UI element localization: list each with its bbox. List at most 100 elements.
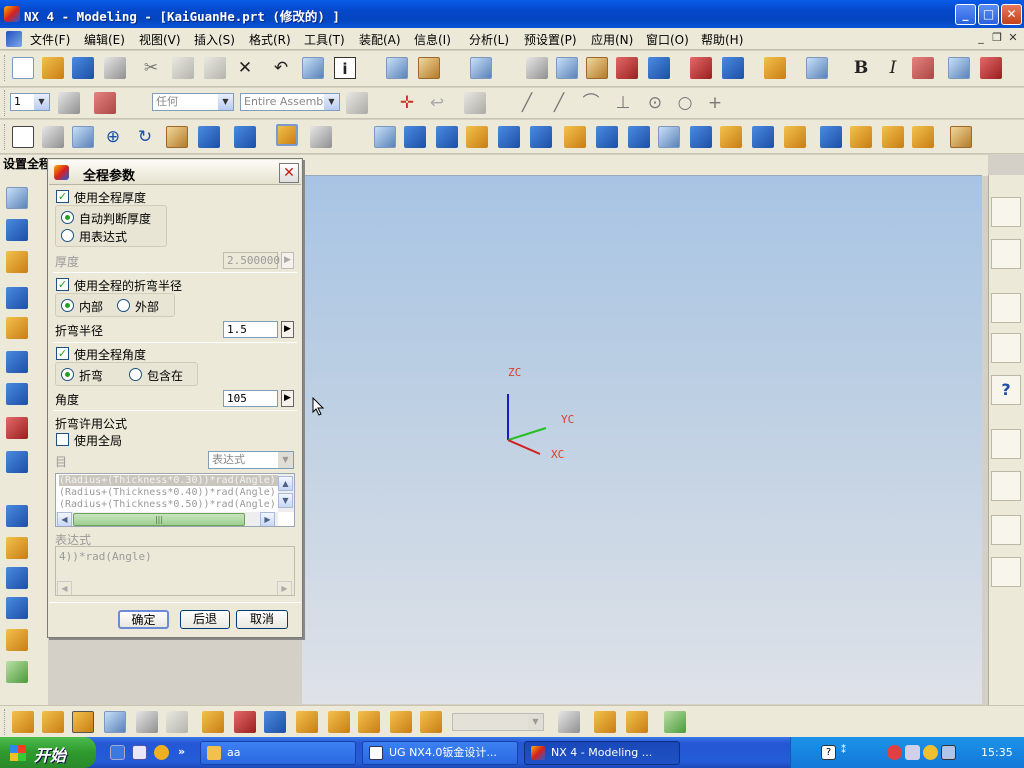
open-folder-icon[interactable]	[42, 57, 64, 79]
delete-icon[interactable]: ✕	[234, 57, 256, 79]
menu-insert[interactable]: 插入(S)	[194, 31, 235, 48]
component-icon-b[interactable]	[42, 711, 64, 733]
grid-icon-b[interactable]	[616, 57, 638, 79]
book-icon[interactable]	[6, 597, 28, 619]
menu-info[interactable]: 信息(I)	[414, 31, 451, 48]
quick-launch-more-icon[interactable]: »	[178, 745, 185, 758]
graphics-viewport[interactable]: ZC YC XC	[302, 176, 982, 704]
mdi-restore-icon[interactable]: ❐	[990, 31, 1004, 45]
scroll-right-icon[interactable]: ▶	[277, 581, 292, 595]
quick-launch-icon[interactable]	[110, 745, 125, 760]
bend-radius-menu-button[interactable]: ▶	[281, 321, 294, 338]
flat-pattern-icon[interactable]	[850, 126, 872, 148]
dialog-close-button[interactable]: ✕	[279, 163, 299, 183]
assembly-select[interactable]: ▼	[452, 713, 544, 731]
bend-radius-input[interactable]: 1.5	[223, 321, 278, 338]
menu-view[interactable]: 视图(V)	[139, 31, 181, 48]
arrays-icon[interactable]	[136, 711, 158, 733]
paste-icon[interactable]	[204, 57, 226, 79]
formula-list-item[interactable]: (Radius+(Thickness*0.30))*rad(Angle)	[59, 475, 279, 486]
plate-icon[interactable]	[6, 317, 28, 339]
include-angle-radio[interactable]	[129, 368, 142, 381]
taskbar-item-nx[interactable]: NX 4 - Modeling ...	[524, 741, 680, 765]
roles-icon[interactable]	[991, 515, 1021, 545]
flat-solid-icon[interactable]	[882, 126, 904, 148]
type-filter-select[interactable]: 任何 ▼	[152, 93, 234, 111]
reference-set-icon[interactable]	[104, 711, 126, 733]
angle-menu-button[interactable]: ▶	[281, 390, 294, 407]
use-global-angle-checkbox[interactable]: ✓	[56, 347, 69, 360]
assembly-filter-select[interactable]: Entire Assemb ▼	[240, 93, 340, 111]
training-icon[interactable]	[991, 333, 1021, 363]
export-flat-icon[interactable]	[912, 126, 934, 148]
web-browser-icon[interactable]	[991, 293, 1021, 323]
surface-icon[interactable]	[6, 505, 28, 527]
network-icon[interactable]	[905, 745, 920, 760]
orient-view-icon[interactable]	[310, 126, 332, 148]
window-titlebar[interactable]: NX 4 - Modeling - [KaiGuanHe.prt (修改的) ]…	[0, 0, 1024, 28]
bead-icon[interactable]	[690, 126, 712, 148]
cube-icon[interactable]	[6, 351, 28, 373]
navigator-icon[interactable]	[6, 187, 28, 209]
tab-icon[interactable]	[374, 126, 396, 148]
clearance-icon[interactable]	[390, 711, 412, 733]
new-file-icon[interactable]	[12, 57, 34, 79]
selection-icon[interactable]	[94, 92, 116, 114]
copy-display-icon[interactable]	[302, 57, 324, 79]
link-icon[interactable]	[626, 711, 648, 733]
line-icon[interactable]: ╱	[516, 92, 538, 114]
formula-list-item[interactable]: (Radius+(Thickness*0.50))*rad(Angle)	[59, 499, 276, 510]
grid-icon-a[interactable]	[586, 57, 608, 79]
scroll-left-icon[interactable]: ◀	[57, 581, 72, 595]
zoom-icon[interactable]	[72, 126, 94, 148]
menu-format[interactable]: 格式(R)	[249, 31, 291, 48]
menu-file[interactable]: 文件(F)	[30, 31, 70, 48]
volume-icon[interactable]	[923, 745, 938, 760]
taskbar-item-folder[interactable]: aa	[200, 741, 356, 765]
line-icon-b[interactable]: ╱	[548, 92, 570, 114]
toolbar-grip[interactable]	[4, 709, 7, 735]
scroll-down-icon[interactable]: ▼	[278, 493, 293, 508]
layer-select[interactable]: 1 ▼	[10, 93, 50, 111]
curve-icon[interactable]: ⌒	[580, 92, 602, 114]
check-icon[interactable]	[664, 711, 686, 733]
display-icon[interactable]	[941, 745, 956, 760]
mdi-close-icon[interactable]: ✕	[1006, 31, 1020, 45]
close-button[interactable]: ✕	[1001, 4, 1022, 25]
assembly-tool-icon[interactable]	[558, 711, 580, 733]
help-icon[interactable]: ?	[991, 375, 1021, 405]
formula-list[interactable]: (Radius+(Thickness*0.30))*rad(Angle) (Ra…	[55, 473, 295, 527]
box-icon[interactable]	[6, 451, 28, 473]
scroll-left-icon[interactable]: ◀	[57, 512, 72, 526]
joggle-icon[interactable]	[530, 126, 552, 148]
snap-point-icon[interactable]: ✛	[396, 92, 418, 114]
layer-icon[interactable]	[806, 57, 828, 79]
block-icon[interactable]	[6, 287, 28, 309]
ok-button[interactable]: 确定	[118, 610, 169, 629]
use-global-checkbox[interactable]	[56, 433, 69, 446]
outer-radio[interactable]	[117, 299, 130, 312]
reposition-icon[interactable]	[264, 711, 286, 733]
redo-icon[interactable]: ↩	[426, 92, 448, 114]
grid-icon-d[interactable]	[690, 57, 712, 79]
circle-point-icon[interactable]: ⊙	[644, 92, 666, 114]
fit-icon[interactable]	[12, 126, 34, 148]
box-tool-icon[interactable]	[594, 711, 616, 733]
tray-arrow-icon[interactable]	[887, 745, 902, 760]
drafting-icon[interactable]	[948, 57, 970, 79]
scroll-up-icon[interactable]: ▲	[278, 476, 293, 491]
mate-icon[interactable]	[234, 711, 256, 733]
toolbar-grip[interactable]	[4, 90, 7, 116]
snap-view-icon[interactable]	[42, 126, 64, 148]
assembly-navigator-icon[interactable]	[991, 197, 1021, 227]
cutout-icon[interactable]	[564, 126, 586, 148]
toolbar-grip[interactable]	[4, 55, 7, 81]
rebend-icon[interactable]	[820, 126, 842, 148]
ime-options-icon[interactable]: ⁑	[841, 745, 856, 760]
cut-icon[interactable]: ✂	[140, 57, 162, 79]
flange-icon[interactable]	[404, 126, 426, 148]
start-button[interactable]: 开始	[0, 737, 96, 768]
media-player-icon[interactable]	[154, 745, 169, 760]
sheet-icon[interactable]	[6, 629, 28, 651]
measure-distance-icon[interactable]	[386, 57, 408, 79]
